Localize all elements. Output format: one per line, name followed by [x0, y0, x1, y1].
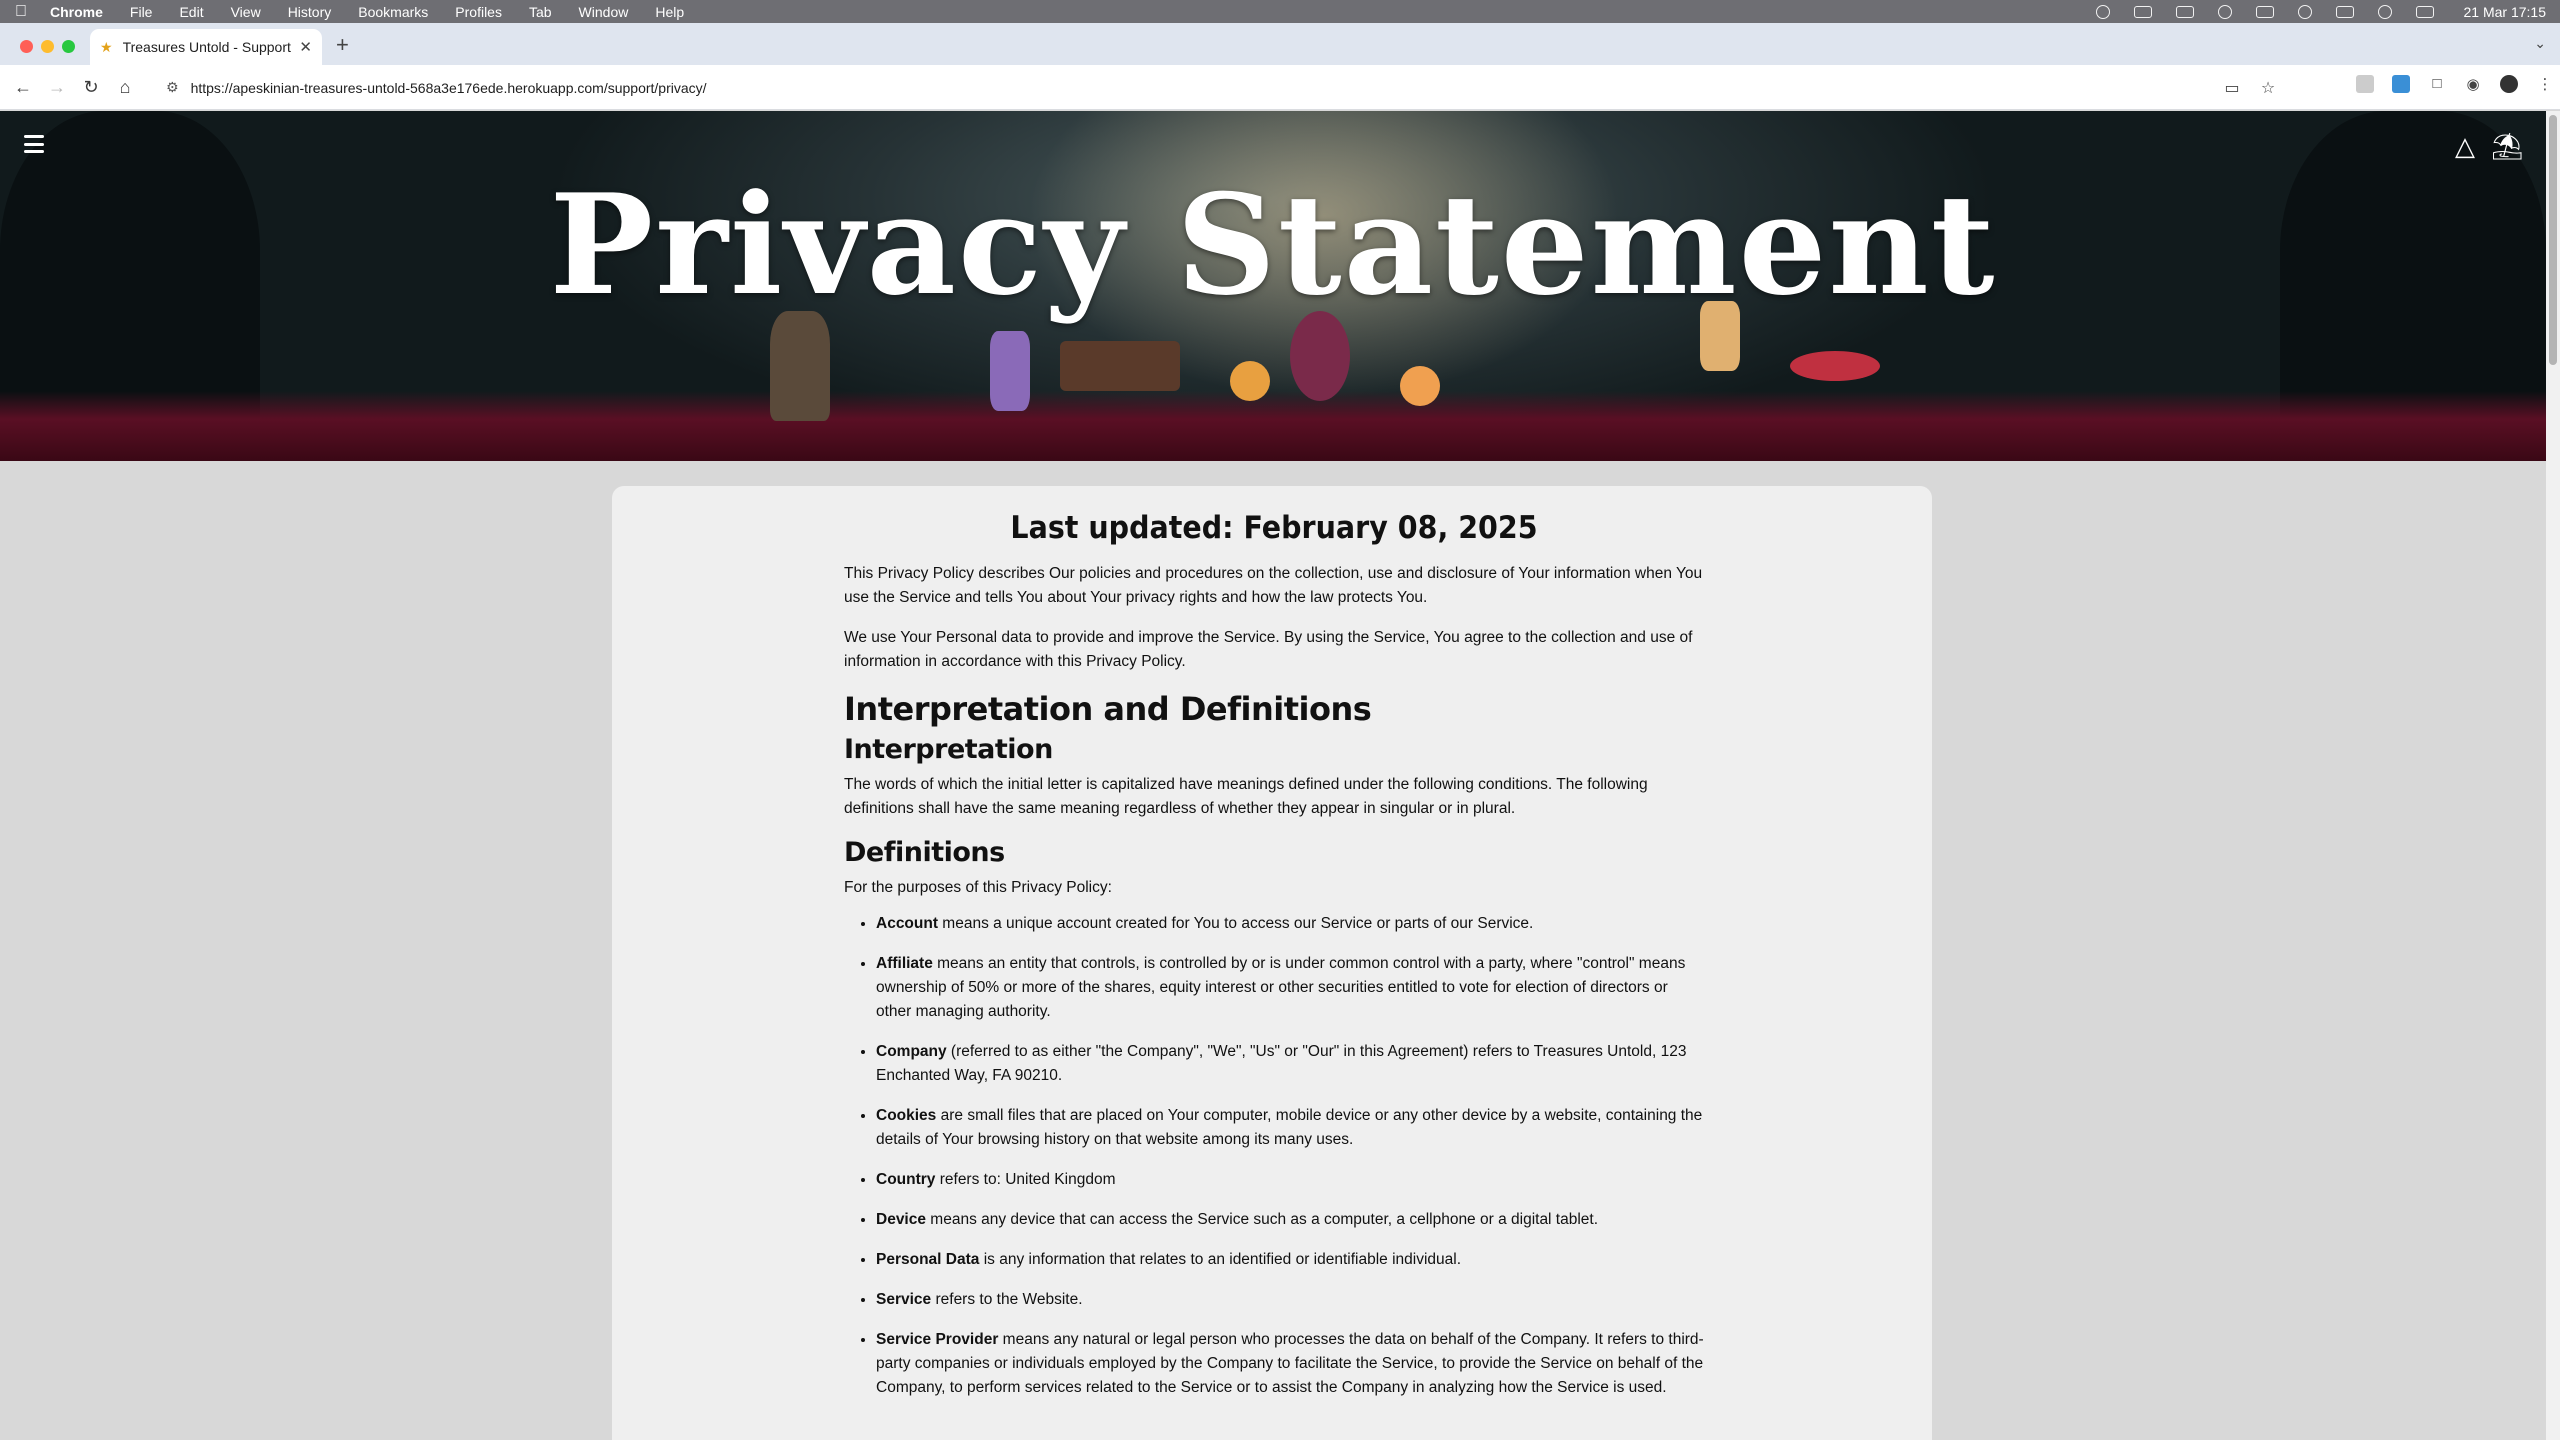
menu-help[interactable]: Help — [655, 4, 684, 20]
definitions-list: Account means a unique account created f… — [844, 912, 1704, 1400]
extension-blue-icon[interactable] — [2392, 75, 2410, 93]
definition-term: Account — [876, 915, 938, 932]
definition-item-country: Country refers to: United Kingdom — [876, 1168, 1704, 1192]
interpretation-paragraph: The words of which the initial letter is… — [844, 776, 1648, 817]
intro-paragraph-2: We use Your Personal data to provide and… — [844, 629, 1693, 670]
active-tab[interactable]: ★ Treasures Untold - Support ✕ — [90, 29, 322, 65]
battery-icon[interactable] — [2335, 5, 2354, 18]
definition-term: Cookies — [876, 1107, 937, 1124]
extension-grey-icon[interactable] — [2356, 75, 2374, 93]
definition-text: means any natural or legal person who pr… — [876, 1331, 1704, 1396]
new-tab-button[interactable]: + — [336, 32, 349, 58]
close-window-button[interactable] — [20, 40, 33, 53]
menu-bar-clock[interactable]: 21 Mar 17:15 — [2464, 4, 2547, 20]
cloud-icon[interactable] — [2095, 4, 2110, 19]
zoom-window-button[interactable] — [62, 40, 75, 53]
back-arrow-icon[interactable]: ← — [6, 77, 40, 98]
definition-item-account: Account means a unique account created f… — [876, 912, 1704, 936]
tab-title: Treasures Untold - Support — [122, 39, 291, 55]
record-icon[interactable] — [2297, 4, 2312, 19]
definition-term: Country — [876, 1171, 936, 1188]
chrome-menu-icon[interactable]: ⋮ — [2536, 75, 2554, 93]
browser-tab-strip: ★ Treasures Untold - Support ✕ + ⌄ — [0, 23, 2560, 65]
heading-interpretation: Interpretation — [844, 734, 1053, 765]
definition-item-personal-data: Personal Data is any information that re… — [876, 1248, 1704, 1272]
finder-icon[interactable] — [2217, 4, 2232, 19]
extensions-puzzle-icon[interactable]: □ — [2428, 75, 2446, 93]
address-bar[interactable]: ⚙ https://apeskinian-treasures-untold-56… — [156, 71, 2286, 104]
menu-window[interactable]: Window — [579, 4, 629, 20]
definition-term: Personal Data — [876, 1251, 980, 1268]
definition-text: means any device that can access the Ser… — [925, 1211, 1599, 1228]
macos-menu-bar:  Chrome File Edit View History Bookmark… — [0, 0, 2560, 23]
definition-text: refers to the Website. — [931, 1291, 1083, 1308]
control-center-icon[interactable] — [2415, 5, 2434, 18]
menu-view[interactable]: View — [231, 4, 261, 20]
hero-action-icons: △ ⛱ — [2455, 131, 2524, 162]
notion-icon[interactable] — [2133, 5, 2152, 18]
definition-term: Affiliate — [876, 955, 933, 972]
scrollbar-thumb[interactable] — [2549, 115, 2557, 365]
menu-app-chrome[interactable]: Chrome — [50, 4, 103, 20]
status-icons: 21 Mar 17:15 — [2095, 4, 2547, 20]
definition-text: is any information that relates to an id… — [979, 1251, 1462, 1268]
menu-bookmarks[interactable]: Bookmarks — [358, 4, 428, 20]
window-controls — [20, 40, 75, 53]
hero-treasures-illustration — [760, 301, 1940, 431]
definition-text: means a unique account created for You t… — [938, 915, 1534, 932]
calendar-icon[interactable] — [2175, 5, 2194, 18]
definitions-intro: For the purposes of this Privacy Policy: — [844, 879, 1112, 896]
menu-profiles[interactable]: Profiles — [455, 4, 502, 20]
definition-item-company: Company (referred to as either "the Comp… — [876, 1040, 1704, 1088]
browser-toolbar: ← → ↻ ⌂ ⚙ https://apeskinian-treasures-u… — [0, 65, 2560, 110]
home-icon[interactable]: ⌂ — [108, 77, 142, 98]
minimize-window-button[interactable] — [41, 40, 54, 53]
menu-file[interactable]: File — [130, 4, 153, 20]
menu-history[interactable]: History — [288, 4, 332, 20]
basket-icon[interactable]: ⛱ — [2491, 131, 2524, 162]
definition-term: Device — [876, 1211, 926, 1228]
definition-item-cookies: Cookies are small files that are placed … — [876, 1104, 1704, 1152]
bookmark-star-icon[interactable]: ☆ — [2250, 78, 2286, 98]
privacy-policy-card: Last updated: February 08, 2025 This Pri… — [612, 486, 1932, 1440]
screenshot-icon[interactable]: ◉ — [2464, 75, 2482, 93]
forward-arrow-icon[interactable]: → — [40, 77, 74, 98]
page-scrollbar[interactable] — [2546, 111, 2560, 1440]
web-page: △ ⛱ Privacy Statement Last updated: Febr… — [0, 111, 2546, 1440]
card-icon[interactable]: ▭ — [2214, 78, 2250, 98]
page-title: Privacy Statement — [549, 163, 1997, 326]
definition-term: Service — [876, 1291, 932, 1308]
wifi-icon[interactable] — [2377, 4, 2392, 19]
wizard-hat-account-icon[interactable]: △ — [2455, 131, 2475, 162]
definition-item-device: Device means any device that can access … — [876, 1208, 1704, 1232]
definition-term: Service Provider — [876, 1331, 999, 1348]
intro-paragraph-1: This Privacy Policy describes Our polici… — [844, 565, 1703, 606]
tab-search-chevron-icon[interactable]: ⌄ — [2534, 35, 2546, 52]
definition-item-affiliate: Affiliate means an entity that controls,… — [876, 952, 1704, 1024]
reload-icon[interactable]: ↻ — [74, 77, 108, 98]
definition-item-service-provider: Service Provider means any natural or le… — [876, 1328, 1704, 1400]
heading-interpretation-and-definitions: Interpretation and Definitions — [844, 690, 1372, 728]
definition-term: Company — [876, 1043, 947, 1060]
hero-banner: △ ⛱ Privacy Statement — [0, 111, 2546, 461]
heading-definitions: Definitions — [844, 837, 1005, 868]
menu-tab[interactable]: Tab — [529, 4, 552, 20]
definition-text: means an entity that controls, is contro… — [876, 955, 1686, 1020]
definition-item-service: Service refers to the Website. — [876, 1288, 1704, 1312]
site-favicon-icon: ★ — [100, 38, 113, 55]
site-info-icon[interactable]: ⚙ — [166, 79, 179, 96]
definition-text: are small files that are placed on Your … — [876, 1107, 1703, 1148]
address-bar-url[interactable]: https://apeskinian-treasures-untold-568a… — [191, 80, 2214, 96]
profile-avatar[interactable] — [2500, 75, 2518, 93]
extension-icons: □ ◉ ⋮ — [2356, 75, 2554, 93]
last-updated-heading: Last updated: February 08, 2025 — [1010, 510, 1538, 546]
close-tab-icon[interactable]: ✕ — [299, 38, 312, 56]
definition-text: refers to: United Kingdom — [935, 1171, 1116, 1188]
definition-text: (referred to as either "the Company", "W… — [876, 1043, 1687, 1084]
apple-menu-icon[interactable]:  — [14, 3, 28, 21]
hamburger-menu-icon[interactable] — [24, 135, 44, 153]
privacy-policy-content: Last updated: February 08, 2025 This Pri… — [844, 510, 1704, 1416]
menu-edit[interactable]: Edit — [179, 4, 203, 20]
messages-icon[interactable] — [2255, 5, 2274, 18]
